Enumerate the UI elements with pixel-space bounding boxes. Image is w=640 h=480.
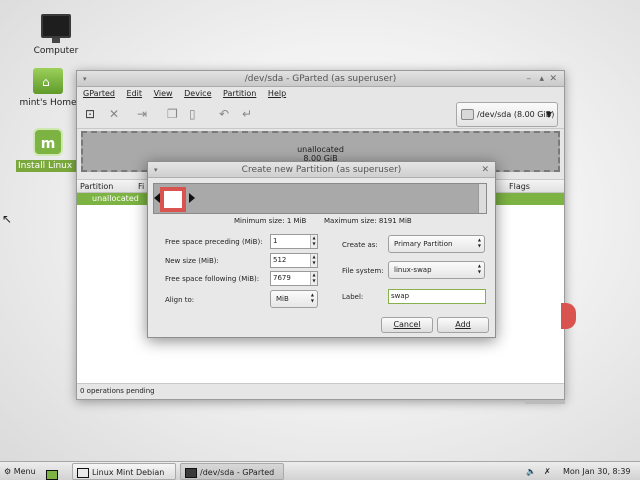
following-value: 7679 [273, 274, 291, 282]
new-size-spinner[interactable]: 512 ▲ ▼ [270, 253, 318, 268]
align-label: Align to: [165, 296, 195, 304]
combo-arrows-icon: ▲ ▼ [477, 263, 481, 274]
paste-icon[interactable]: ▯ [189, 107, 196, 121]
menu-label: Menu [13, 467, 36, 476]
close-icon[interactable]: ✕ [481, 162, 489, 178]
preceding-spinner[interactable]: 1 ▲ ▼ [270, 234, 318, 249]
column-partition[interactable]: Partition [80, 182, 113, 191]
spin-arrows-icon[interactable]: ▲ ▼ [310, 272, 317, 285]
minimize-icon[interactable]: – [527, 71, 532, 87]
task-label: Linux Mint Debian Ed... [92, 468, 165, 477]
menu-device[interactable]: Device [184, 89, 211, 98]
status-bar: 0 operations pending [77, 383, 564, 399]
background-window-edge [525, 400, 565, 404]
apply-icon[interactable]: ↵ [242, 107, 252, 121]
partition-resizer[interactable] [153, 183, 487, 214]
spin-arrows-icon[interactable]: ▲ ▼ [310, 235, 317, 248]
desktop-icon-install[interactable]: m Install Linux Mint [16, 128, 80, 172]
taskbar: ⚙ Menu Linux Mint Debian Ed... /dev/sda … [0, 461, 640, 480]
column-flags[interactable]: Flags [509, 182, 530, 191]
window-menu-icon[interactable]: ▾ [83, 71, 87, 87]
task-gparted[interactable]: /dev/sda - GParted (a... [180, 463, 284, 480]
file-system-label: File system: [342, 267, 384, 275]
device-label: /dev/sda (8.00 GiB) [477, 110, 555, 119]
create-as-value: Primary Partition [394, 240, 453, 248]
status-text: 0 operations pending [80, 387, 155, 395]
dialog-title: Create new Partition (as superuser) [241, 165, 402, 175]
new-partition-block[interactable] [160, 187, 186, 212]
task-mint-debian[interactable]: Linux Mint Debian Ed... [72, 463, 176, 480]
clock[interactable]: Mon Jan 30, 8:39 PM [563, 463, 640, 480]
delete-icon[interactable]: ✕ [109, 107, 119, 121]
following-label: Free space following (MiB): [165, 275, 260, 283]
mouse-cursor-icon: ↖ [2, 212, 13, 226]
home-folder-icon: ⌂ [33, 68, 63, 94]
column-filesystem[interactable]: Fi [138, 182, 144, 191]
desktop-icon-label: mint's Home [19, 98, 77, 108]
label-value: swap [391, 292, 410, 300]
menu-view[interactable]: View [154, 89, 173, 98]
align-value: MiB [276, 295, 289, 303]
window-titlebar[interactable]: ▾ /dev/sda - GParted (as superuser) – ▴ … [77, 71, 564, 87]
preceding-value: 1 [273, 237, 278, 245]
linux-mint-logo-icon: m [33, 128, 63, 156]
menubar: GParted Edit View Device Partition Help [77, 87, 564, 101]
show-desktop-button[interactable] [46, 466, 61, 480]
resizer-scrollbar[interactable] [478, 184, 486, 213]
copy-icon[interactable]: ❐ [167, 107, 178, 121]
new-size-value: 512 [273, 256, 287, 264]
resize-handle-right-icon[interactable] [189, 193, 195, 203]
window-title: /dev/sda - GParted (as superuser) [244, 74, 397, 84]
new-partition-icon[interactable]: ⊡ [85, 107, 95, 121]
desktop-icon-computer[interactable]: Computer [16, 14, 96, 56]
device-selector[interactable]: /dev/sda (8.00 GiB) ▼ [456, 102, 558, 127]
chevron-down-icon: ▼ [545, 110, 552, 119]
close-icon[interactable]: ✕ [549, 71, 557, 87]
create-partition-dialog: ▾ Create new Partition (as superuser) ✕ … [147, 161, 496, 338]
background-window-fragment [561, 303, 576, 329]
menu-edit[interactable]: Edit [127, 89, 143, 98]
align-combo[interactable]: MiB ▲ ▼ [270, 290, 318, 308]
label-input[interactable]: swap [388, 289, 486, 304]
following-spinner[interactable]: 7679 ▲ ▼ [270, 271, 318, 286]
volume-icon[interactable]: 🔈 [526, 463, 536, 480]
window-menu-icon[interactable]: ▾ [154, 162, 158, 178]
desktop-icon-label: Computer [33, 46, 79, 56]
create-as-combo[interactable]: Primary Partition ▲ ▼ [388, 235, 485, 253]
spin-arrows-icon[interactable]: ▲ ▼ [310, 254, 317, 267]
desktop-icon-label: Install Linux Mint [16, 160, 80, 172]
min-size-label: Minimum size: 1 MiB [234, 217, 307, 225]
file-system-combo[interactable]: linux-swap ▲ ▼ [388, 261, 485, 279]
maximize-icon[interactable]: ▴ [539, 71, 544, 87]
row-partition: unallocated [92, 194, 139, 203]
menu-gparted[interactable]: GParted [83, 89, 115, 98]
desktop-icon-home[interactable]: ⌂ mint's Home [16, 68, 80, 108]
toolbar: ⊡ ✕ ⇥ ❐ ▯ ↶ ↵ /dev/sda (8.00 GiB) ▼ [77, 101, 564, 129]
hard-disk-icon [461, 109, 474, 120]
create-as-label: Create as: [342, 241, 378, 249]
menu-help[interactable]: Help [268, 89, 286, 98]
network-icon[interactable]: ✗ [544, 463, 551, 480]
preceding-label: Free space preceding (MiB): [165, 238, 263, 246]
menu-partition[interactable]: Partition [223, 89, 256, 98]
desktop-icon [46, 469, 58, 480]
dialog-titlebar[interactable]: ▾ Create new Partition (as superuser) ✕ [148, 162, 495, 178]
task-label: /dev/sda - GParted (a... [200, 468, 275, 477]
add-button[interactable]: Add [437, 317, 489, 333]
terminal-icon [185, 467, 197, 478]
disk-map-name: unallocated [297, 145, 344, 154]
cancel-button[interactable]: Cancel [381, 317, 433, 333]
menu-button[interactable]: ⚙ Menu [4, 463, 36, 480]
gear-icon: ⚙ [4, 467, 12, 476]
file-system-value: linux-swap [394, 266, 432, 274]
combo-arrows-icon: ▲ ▼ [310, 292, 314, 303]
new-size-label: New size (MiB): [165, 257, 219, 265]
terminal-icon [77, 467, 89, 478]
max-size-label: Maximum size: 8191 MiB [324, 217, 412, 225]
combo-arrows-icon: ▲ ▼ [477, 237, 481, 248]
resize-move-icon[interactable]: ⇥ [137, 107, 147, 121]
computer-icon [41, 14, 71, 43]
label-label: Label: [342, 293, 364, 301]
undo-icon[interactable]: ↶ [219, 107, 229, 121]
